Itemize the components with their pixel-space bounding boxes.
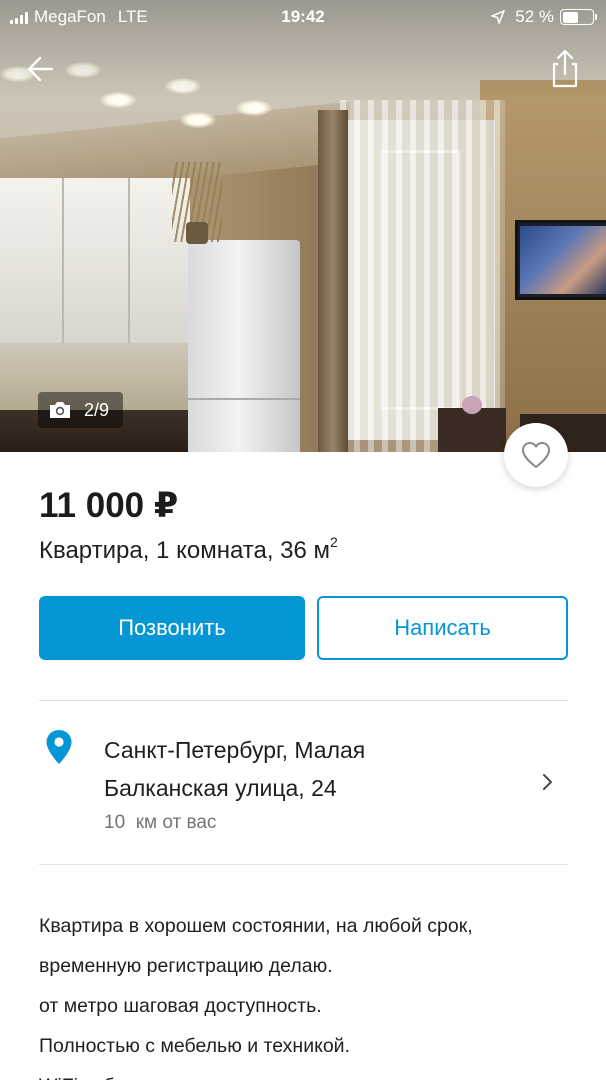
photo-fridge [188,240,300,452]
description-line: Квартира в хорошем состоянии, на любой с… [39,915,473,937]
photo-chair [438,408,506,452]
listing-photo[interactable] [0,0,606,452]
photo-flower [462,396,482,414]
listing-subtitle-text: Квартира, 1 комната, 36 м [39,537,331,564]
message-button[interactable]: Написать [317,596,568,660]
divider [39,700,568,701]
area-unit-superscript: 2 [330,534,338,550]
address-line-1: Санкт-Петербург, Малая [104,737,366,763]
photo-pillar [318,110,348,452]
listing-price: 11 000 ₽ [39,486,179,525]
battery-percent: 52 % [515,7,554,26]
photo-counter: 2/9 [38,392,124,428]
battery-icon [560,9,597,25]
distance-text: 10 км от вас [104,812,217,833]
photo-counter-label: 2/9 [84,399,110,420]
map-pin-icon [46,730,72,764]
chevron-right-icon[interactable] [540,771,556,793]
status-right: 52 % [491,7,597,27]
listing-subtitle: Квартира, 1 комната, 36 м2 [39,534,338,565]
address-line-2: Балканская улица, 24 [104,775,337,801]
arrow-left-icon[interactable] [22,52,62,86]
photo-cabinet-seam [62,178,64,343]
favorite-button[interactable] [504,423,568,487]
status-bar: MegaFon LTE 19:42 52 % [0,0,606,34]
description-line: временную регистрацию делаю. [39,955,333,977]
divider [39,864,568,865]
location-arrow-icon [491,10,506,24]
description-line: WiFi кабельное тв есть [39,1066,579,1080]
description-line: от метро шаговая доступность. [39,995,322,1017]
battery-fill [562,11,578,23]
photo-light [180,112,216,128]
call-button[interactable]: Позвонить [39,596,305,660]
description-line: Полностью с мебелью и техникой. [39,1035,350,1057]
photo-light [236,100,272,116]
share-icon[interactable] [546,48,584,90]
photo-cabinet-seam [128,178,130,343]
heart-outline-icon [522,442,550,468]
photo-vase [186,222,208,244]
camera-icon [50,402,70,418]
address: Санкт-Петербург, Малая Балканская улица,… [104,731,504,807]
photo-fridge-split [188,398,300,400]
description: Квартира в хорошем состоянии, на любой с… [39,906,579,1080]
photo-kitchen-cabinets [0,178,190,343]
photo-tv-screen [520,226,606,294]
